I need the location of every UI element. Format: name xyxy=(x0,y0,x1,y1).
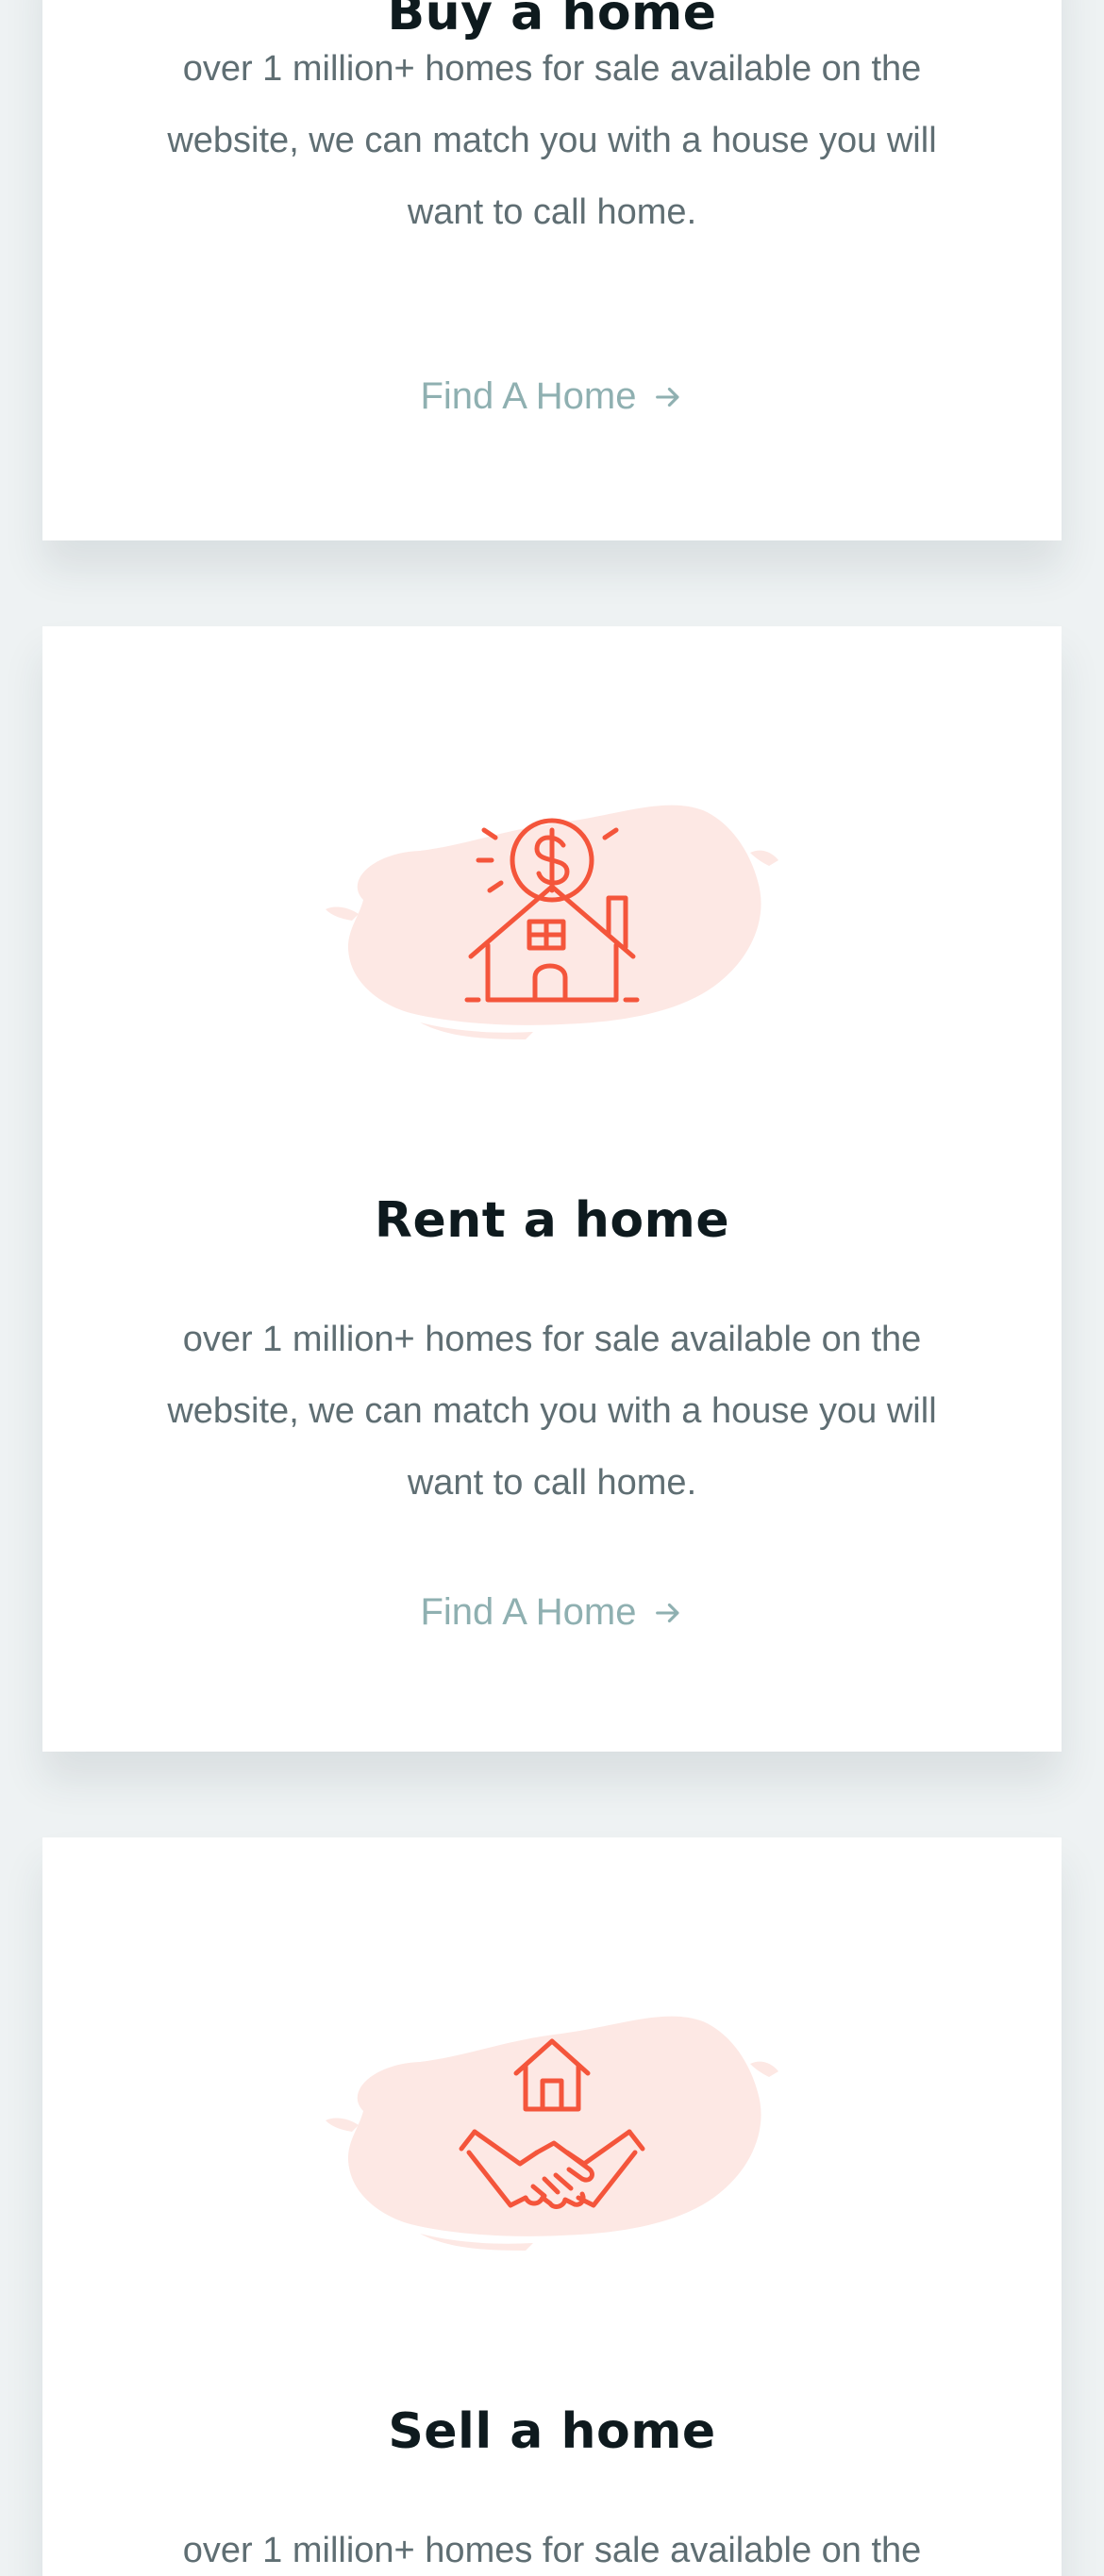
card-description: over 1 million+ homes for sale available… xyxy=(167,49,937,232)
card-description: over 1 million+ homes for sale available… xyxy=(182,2531,922,2570)
arrow-right-icon xyxy=(655,1603,678,1622)
arrow-right-icon xyxy=(655,387,678,407)
find-a-home-link[interactable]: Find A Home xyxy=(42,1591,1062,1634)
house-dollar-icon xyxy=(326,805,778,1039)
service-card-sell: Sell a home over 1 million+ homes for sa… xyxy=(42,1837,1062,2576)
card-title: Rent a home xyxy=(374,1192,730,1249)
service-card-rent: Rent a home over 1 million+ homes for sa… xyxy=(42,626,1062,1752)
handshake-house-icon xyxy=(326,2016,778,2251)
find-a-home-link[interactable]: Find A Home xyxy=(42,375,1062,418)
link-label: Find A Home xyxy=(420,375,637,417)
link-label: Find A Home xyxy=(420,1591,637,1633)
service-card-buy: Buy a home over 1 million+ homes for sal… xyxy=(42,0,1062,540)
card-description: over 1 million+ homes for sale available… xyxy=(167,1320,937,1503)
card-title: Sell a home xyxy=(388,2403,716,2460)
page: Buy a home over 1 million+ homes for sal… xyxy=(0,0,1104,2576)
